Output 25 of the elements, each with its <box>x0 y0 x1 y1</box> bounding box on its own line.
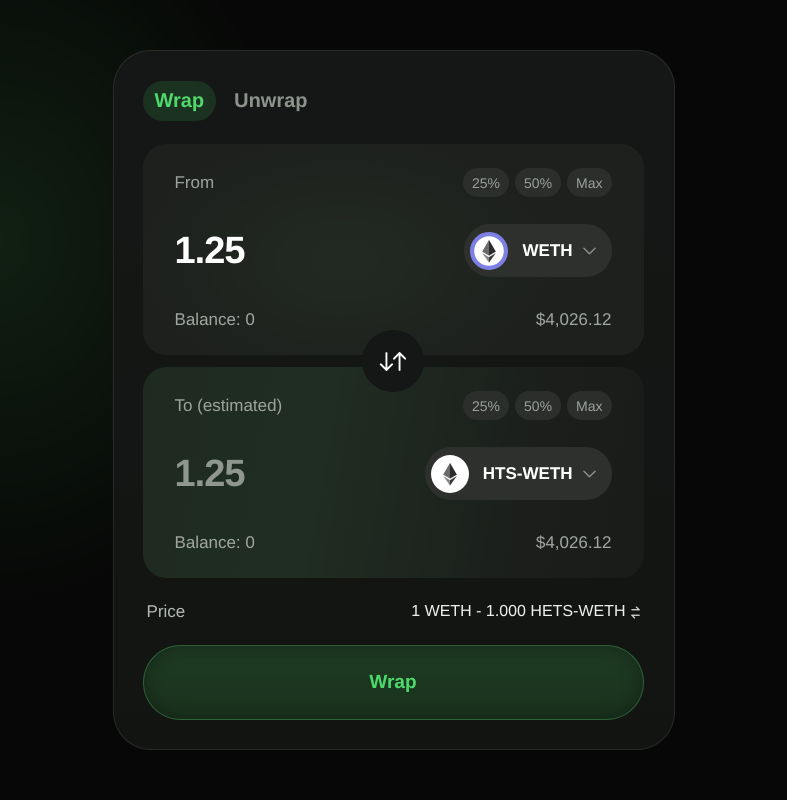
price-value: 1 WETH - 1.000 HETS-WETH <box>411 603 626 621</box>
tab[interactable]: Wrap <box>142 81 216 121</box>
tab[interactable]: Unwrap <box>222 81 320 121</box>
amount-input[interactable]: 1.25 <box>174 452 244 496</box>
chevron-down-icon <box>582 246 596 254</box>
swap-arrows-icon <box>378 350 408 372</box>
amount-chip[interactable]: 25% <box>462 391 510 420</box>
swap-vertical-icon[interactable] <box>630 606 640 618</box>
balance-text: Balance: 0 <box>174 533 255 553</box>
amount-chip[interactable]: 50% <box>515 168 562 197</box>
chevron-down-icon <box>582 470 596 478</box>
panel-label: To (estimated) <box>174 396 282 416</box>
usd-value: $4,026.12 <box>536 310 612 330</box>
wrap-button[interactable]: Wrap <box>142 645 644 720</box>
balance-text: Balance: 0 <box>174 310 255 330</box>
panel-label: From <box>174 172 214 192</box>
amount-chip[interactable]: 50% <box>515 391 562 420</box>
token-select[interactable]: WETH <box>464 224 612 277</box>
amount-chip[interactable]: Max <box>567 391 612 420</box>
token-select[interactable]: HTS-WETH <box>424 447 612 500</box>
amount-input[interactable]: 1.25 <box>174 228 244 272</box>
price-label: Price <box>146 602 186 622</box>
amount-chip[interactable]: 25% <box>462 168 510 197</box>
amount-chip[interactable]: Max <box>567 168 612 197</box>
usd-value: $4,026.12 <box>536 533 612 553</box>
